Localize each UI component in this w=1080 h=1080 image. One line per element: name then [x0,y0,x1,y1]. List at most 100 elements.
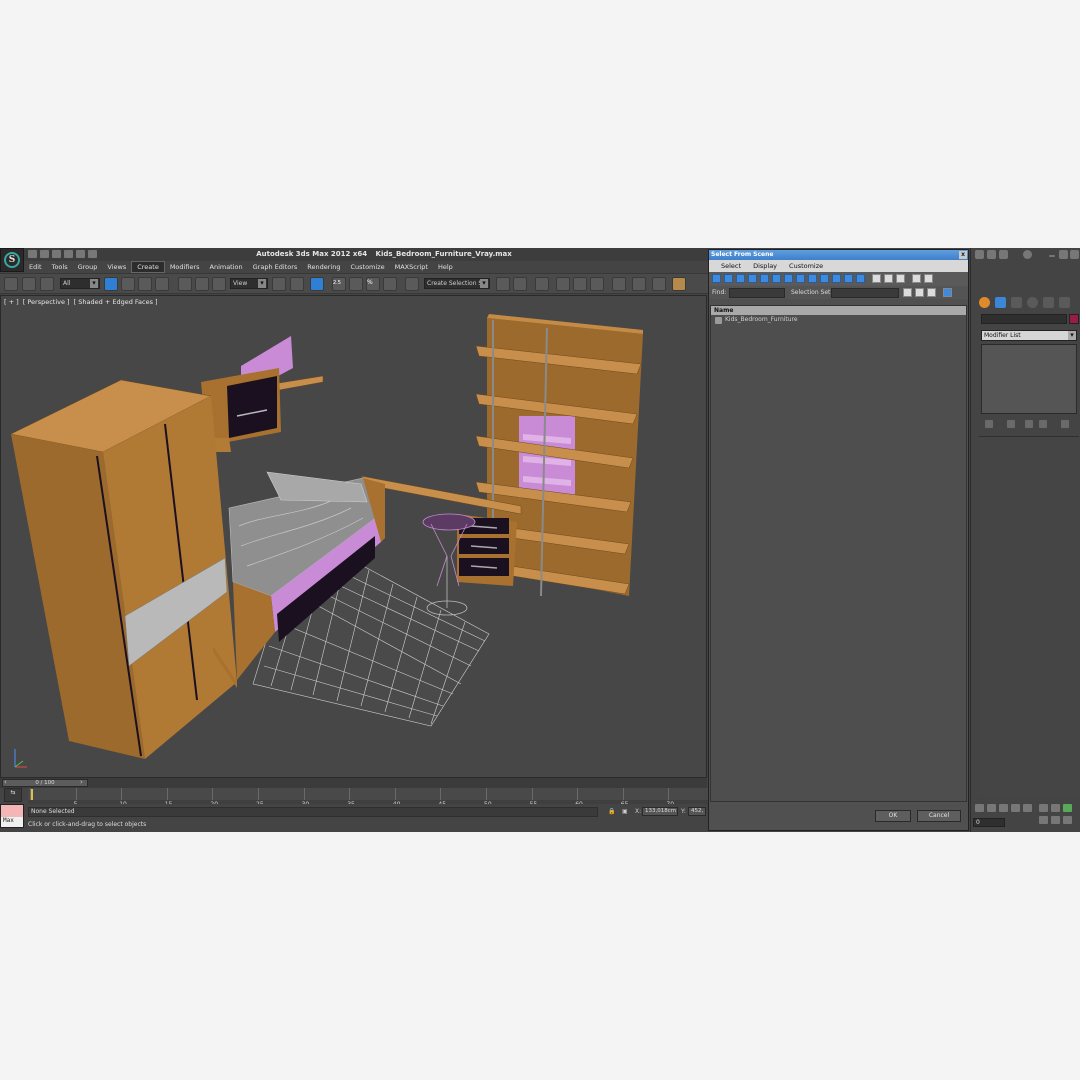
configure-sets-icon[interactable] [1061,420,1069,428]
display-xrefs-icon[interactable] [796,274,805,283]
keyboard-shortcut-override-icon[interactable] [310,277,324,291]
display-space-warps-icon[interactable] [772,274,781,283]
dialog-title-bar[interactable]: Select From Scene x [709,250,968,260]
selection-set-icon-1[interactable] [903,288,912,297]
current-frame-field[interactable]: 0 [973,818,1005,827]
scale-icon[interactable] [212,277,226,291]
display-shapes-icon[interactable] [724,274,733,283]
display-none-icon[interactable] [872,274,881,283]
hierarchy-tab-icon[interactable] [1011,297,1022,308]
snaps-toggle-icon[interactable]: 2.5 [332,277,346,291]
dialog-menu-select[interactable]: Select [715,260,747,272]
menu-rendering[interactable]: Rendering [302,261,345,273]
filter-funnel-icon[interactable] [912,274,921,283]
select-manipulate-icon[interactable] [290,277,304,291]
zoom-icon[interactable] [1039,804,1048,812]
align-icon[interactable] [513,277,527,291]
layer-manager-icon[interactable] [535,277,549,291]
pan-icon[interactable] [1051,816,1060,824]
utilities-tab-icon[interactable] [1059,297,1070,308]
go-to-start-icon[interactable] [975,804,984,812]
rectangular-selection-icon[interactable] [138,277,152,291]
find-input[interactable] [729,288,785,298]
graphite-ribbon-icon[interactable] [556,277,570,291]
display-lights-icon[interactable] [736,274,745,283]
display-all-icon[interactable] [856,274,865,283]
selection-set-icon-4[interactable] [943,288,952,297]
go-to-end-icon[interactable] [1023,804,1032,812]
favorites-star-icon[interactable] [999,250,1008,259]
filter-options-icon[interactable] [924,274,933,283]
selection-set-icon-3[interactable] [927,288,936,297]
rotate-icon[interactable] [195,277,209,291]
display-helpers-icon[interactable] [760,274,769,283]
curve-editor-icon[interactable] [573,277,587,291]
display-cameras-icon[interactable] [748,274,757,283]
menu-views[interactable]: Views [102,261,131,273]
dialog-menu-display[interactable]: Display [747,260,783,272]
close-window-icon[interactable] [1070,250,1079,259]
modify-tab-icon[interactable] [995,297,1006,308]
menu-create[interactable]: Create [131,261,165,273]
display-geometry-icon[interactable] [712,274,721,283]
zoom-all-icon[interactable] [1051,804,1060,812]
display-bones-icon[interactable] [808,274,817,283]
display-hidden-icon[interactable] [844,274,853,283]
next-frame-arrow-icon[interactable]: › [80,778,83,786]
help-icon[interactable] [1023,250,1032,259]
window-crossing-icon[interactable] [155,277,169,291]
menu-customize[interactable]: Customize [345,261,389,273]
time-slider-thumb[interactable]: 0 / 100 [2,779,88,787]
schematic-view-icon[interactable] [590,277,604,291]
pivot-center-icon[interactable] [272,277,286,291]
move-icon[interactable] [178,277,192,291]
make-unique-icon[interactable] [1025,420,1033,428]
display-containers-icon[interactable] [820,274,829,283]
prev-frame-arrow-icon[interactable]: ‹ [4,778,7,786]
spinner-snap-icon[interactable] [383,277,397,291]
mirror-icon[interactable] [496,277,510,291]
select-by-name-icon[interactable] [121,277,135,291]
zoom-extents-icon[interactable] [1063,804,1072,812]
track-bar-toggle-icon[interactable]: ⇆ [4,788,22,802]
pin-stack-icon[interactable] [985,420,993,428]
object-name-field[interactable] [981,314,1067,324]
rendered-frame-window-icon[interactable] [652,277,666,291]
next-frame-icon[interactable] [1011,804,1020,812]
select-and-link-icon[interactable] [4,277,18,291]
scene-object-list[interactable]: Name Kids_Bedroom_Furniture [710,305,967,802]
restore-icon[interactable] [1059,250,1068,259]
select-object-icon[interactable] [104,277,118,291]
bind-space-warp-icon[interactable] [40,277,54,291]
menu-tools[interactable]: Tools [47,261,73,273]
create-tab-icon[interactable] [979,297,990,308]
absolute-mode-icon[interactable]: ▣ [622,808,628,815]
menu-modifiers[interactable]: Modifiers [165,261,205,273]
menu-animation[interactable]: Animation [205,261,248,273]
remove-modifier-icon[interactable] [1039,420,1047,428]
render-setup-icon[interactable] [632,277,646,291]
sync-selection-icon[interactable] [896,274,905,283]
menu-group[interactable]: Group [73,261,103,273]
perspective-viewport[interactable]: [ + ] [ Perspective ] [ Shaded + Edged F… [0,295,707,778]
field-of-view-icon[interactable] [1039,816,1048,824]
angle-snap-icon[interactable] [349,277,363,291]
application-button[interactable]: S [0,248,24,272]
selection-filter-select[interactable]: All [60,278,100,289]
maxscript-listener[interactable]: Max [0,804,24,828]
display-tab-icon[interactable] [1043,297,1054,308]
object-color-swatch[interactable] [1069,314,1079,324]
time-slider[interactable]: 0 / 100 ‹ › [0,778,707,788]
named-selection-set-select[interactable]: Create Selection Se [424,278,490,289]
orbit-icon[interactable] [1063,816,1072,824]
show-end-result-icon[interactable] [1007,420,1015,428]
menu-help[interactable]: Help [433,261,458,273]
dialog-menu-customize[interactable]: Customize [783,260,829,272]
selection-set-icon-2[interactable] [915,288,924,297]
y-coordinate-field[interactable]: 452, [688,807,706,816]
previous-frame-icon[interactable] [987,804,996,812]
modifier-stack[interactable] [981,344,1077,414]
x-coordinate-field[interactable]: 133,018cm [642,807,678,816]
modifier-list-select[interactable]: Modifier List [981,330,1077,341]
minimize-icon[interactable] [1049,255,1055,257]
